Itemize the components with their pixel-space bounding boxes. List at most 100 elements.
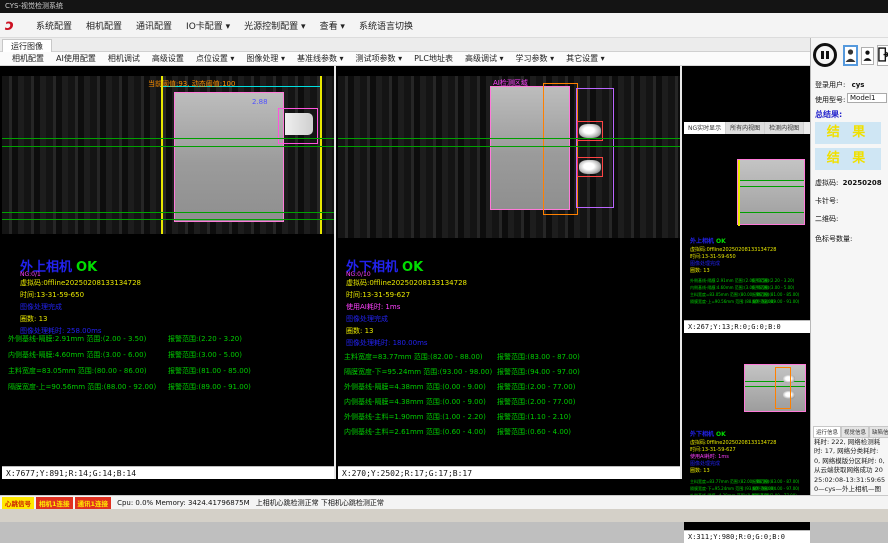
measurement-row: 外侧基线-主料=1.90mm 范围:(1.00 - 2.20) 报警范围:(1.… (344, 412, 680, 427)
toolbar-item[interactable]: 基准线参数 ▾ (291, 52, 350, 65)
measure-line-green (338, 138, 680, 139)
user-icon (845, 48, 856, 63)
measurement-row: 内侧基线-隔膜:4.60mm 范围:(3.00 - 6.00) 报警范围:(3.… (8, 350, 334, 366)
measurement-row: 内侧基线-隔膜=4.38mm 范围:(0.00 - 9.00) 报警范围:(2.… (344, 397, 680, 412)
measure-line-green (2, 146, 334, 147)
measure-line-green (738, 180, 804, 181)
mini-measurements: 外侧基线-隔膜:2.91mm 范围:(2.00 - 3.50) 报警范围:(2.… (690, 278, 808, 306)
model-field-label: 使用型号: (815, 95, 845, 105)
measure-line-green (738, 212, 804, 213)
result-box-lower: 结 果 (815, 148, 881, 170)
operator-mode-button[interactable] (843, 45, 858, 66)
measurement-row: 外侧基线-隔膜:2.91mm 范围:(2.00 - 3.50) 报警范围:(2.… (8, 334, 334, 350)
status-badge: 心跳信号 (2, 497, 34, 509)
menu-item[interactable]: 系统配置 (29, 16, 79, 35)
threshold-label: 当前阈值:93, 动态阈值:100 (148, 79, 235, 89)
mini-barcode: 虚拟码:0ffline20250208133134728 (690, 439, 776, 446)
connector-part (285, 113, 313, 135)
toolbar-item[interactable]: 其它设置 ▾ (560, 52, 611, 65)
measurement-row: 主料宽度=83.77mm 范围:(82.00 - 88.00) 报警范围:(83… (344, 352, 680, 367)
ai-time-line: 使用AI耗时: 1ms (346, 302, 400, 312)
measurement-row: 外侧基线-隔膜:2.91mm 范围:(2.00 - 3.50) 报警范围:(2.… (690, 278, 808, 285)
measure-line-green (738, 186, 804, 187)
defect-box (577, 157, 603, 177)
toolbar-item[interactable]: AI使用配置 (50, 52, 102, 65)
coordinate-bar-upper: X:7677;Y:891;R:14;G:14;B:14 (2, 466, 336, 479)
exit-door-icon (878, 47, 888, 62)
model-select[interactable]: Model1 (847, 93, 887, 103)
menu-item[interactable]: 相机配置 (79, 16, 129, 35)
ai-region-label: AI检测区域 (493, 78, 528, 88)
product-region (174, 92, 284, 222)
toolbar-item[interactable]: 学习参数 ▾ (510, 52, 561, 65)
main-area: 当前阈值:93, 动态阈值:100 2.88 外上相机OK NG:0/1 虚拟码… (0, 66, 810, 495)
toolbar-item[interactable]: 高级调试 ▾ (459, 52, 510, 65)
info-tab[interactable]: 缺陷信息 (869, 426, 888, 438)
menu-item[interactable]: IO卡配置 ▾ (179, 16, 237, 35)
exit-button[interactable] (877, 45, 888, 66)
elapsed-line: 图像处理耗时: 180.00ms (346, 338, 428, 348)
toolbar-item[interactable]: PLC地址表 (408, 52, 459, 65)
camera-view-lower[interactable]: AI检测区域 外下相机OK NG:0/10 虚拟码:0ffline2025020… (338, 66, 682, 479)
heartbeat-messages: 上相机心跳检测正常 下相机心跳检测正常 (256, 498, 384, 508)
menu-item[interactable]: 系统语言切换 (352, 16, 420, 35)
menu-items: 系统配置 相机配置 通讯配置 IO卡配置 ▾ 光源控制配置 ▾ 查看 ▾ 系统语… (29, 16, 420, 35)
camera-view-upper[interactable]: 当前阈值:93, 动态阈值:100 2.88 外上相机OK NG:0/1 虚拟码… (2, 66, 336, 479)
view-tabstrip: 运行图像 (0, 38, 810, 52)
done-line: 图像处理完成 (346, 314, 388, 324)
menu-bar: ↄ 系统配置 相机配置 通讯配置 IO卡配置 ▾ 光源控制配置 ▾ 查看 ▾ 系… (0, 13, 888, 38)
qrcode-field: 二维码: (815, 214, 838, 224)
measurement-row: 隔膜宽度-上=90.56mm 范围:(88.00 - 92.00) 报警范围:(… (8, 382, 334, 398)
mini-turns: 圈数: 13 (690, 467, 710, 474)
guide-line-yellow-left (161, 76, 163, 234)
pause-button[interactable] (813, 43, 839, 69)
thumbnail-tab[interactable]: NG实时显示 (684, 122, 726, 134)
mini-camera-title: 外上相机OK (690, 236, 726, 245)
toolbar-item[interactable]: 测试项参数 ▾ (350, 52, 409, 65)
menu-item[interactable]: 查看 ▾ (313, 16, 352, 35)
thumbnail-tab[interactable]: 所有内视图 (726, 122, 765, 134)
ng-counter: NG:0/10 (346, 271, 371, 278)
ng-counter: NG:0/1 (20, 271, 41, 278)
window-title: CYS-视觉检测系统 (5, 2, 63, 10)
app-window: CYS-视觉检测系统 ↄ 系统配置 相机配置 通讯配置 IO卡配置 ▾ 光源控制… (0, 0, 888, 522)
turns-line: 圈数: 13 (346, 326, 374, 336)
pin-field: 卡针号: (815, 196, 838, 206)
measurement-list-upper: 外侧基线-隔膜:2.91mm 范围:(2.00 - 3.50) 报警范围:(2.… (8, 334, 334, 398)
toolbar-item[interactable]: 点位设置 ▾ (190, 52, 241, 65)
window-bottom-strip (0, 509, 888, 522)
thumbnail-tab[interactable]: 检测内视图 (765, 122, 804, 134)
login-user-value: cys (852, 81, 865, 89)
measurement-row: 主料宽度=83.77mm 范围:(82.00 - 88.00) 报警范围:(83… (690, 479, 808, 486)
status-badges: 心跳信号 相机1连接 通讯1连接 (0, 497, 111, 509)
measurement-row: 隔膜宽度-下=95.24mm 范围:(93.00 - 98.00) 报警范围:(… (690, 486, 808, 493)
camera-image-lower: AI检测区域 (338, 76, 680, 238)
tab-run-image[interactable]: 运行图像 (2, 39, 52, 52)
menu-item[interactable]: 通讯配置 (129, 16, 179, 35)
measure-line-green (2, 212, 334, 213)
thumbnail-view-top[interactable]: 外上相机OK 虚拟码:0ffline20250208133134728 时间:1… (684, 136, 810, 333)
ai-roi-box-orange (543, 83, 578, 215)
measurement-list-lower: 主料宽度=83.77mm 范围:(82.00 - 88.00) 报警范围:(83… (344, 352, 680, 442)
thumbnail-image (744, 364, 806, 412)
camera-image-upper: 当前阈值:93, 动态阈值:100 2.88 (2, 76, 334, 234)
toolbar-item[interactable]: 图像处理 ▾ (240, 52, 291, 65)
ai-roi-box-orange (775, 367, 791, 409)
roi-box-violet (576, 88, 614, 208)
toolbar-item[interactable]: 相机配置 (6, 52, 50, 65)
measure-line-green (2, 219, 334, 220)
status-badge: 相机1连接 (36, 497, 73, 509)
app-logo-icon: ↄ (5, 17, 22, 34)
thumbnail-tabs: NG实时显示 所有内视图 检测内视图 (684, 122, 810, 134)
engineer-mode-button[interactable] (861, 47, 874, 65)
toolbar-item[interactable]: 相机调试 (102, 52, 146, 65)
measure-line-green (338, 146, 680, 147)
toolbar-item[interactable]: 高级设置 (146, 52, 190, 65)
login-user-field: 登录用户: cys (815, 80, 864, 90)
menu-item[interactable]: 光源控制配置 ▾ (237, 16, 312, 35)
info-tab[interactable]: 视觉信息 (841, 426, 869, 438)
control-buttons (813, 43, 887, 71)
coordinate-bar-thumb-top: X:267;Y:13;R:0;G:0;B:0 (684, 320, 810, 333)
barcode-field: 虚拟码: 20250208 (815, 178, 882, 188)
info-tab[interactable]: 运行信息 (813, 426, 841, 438)
